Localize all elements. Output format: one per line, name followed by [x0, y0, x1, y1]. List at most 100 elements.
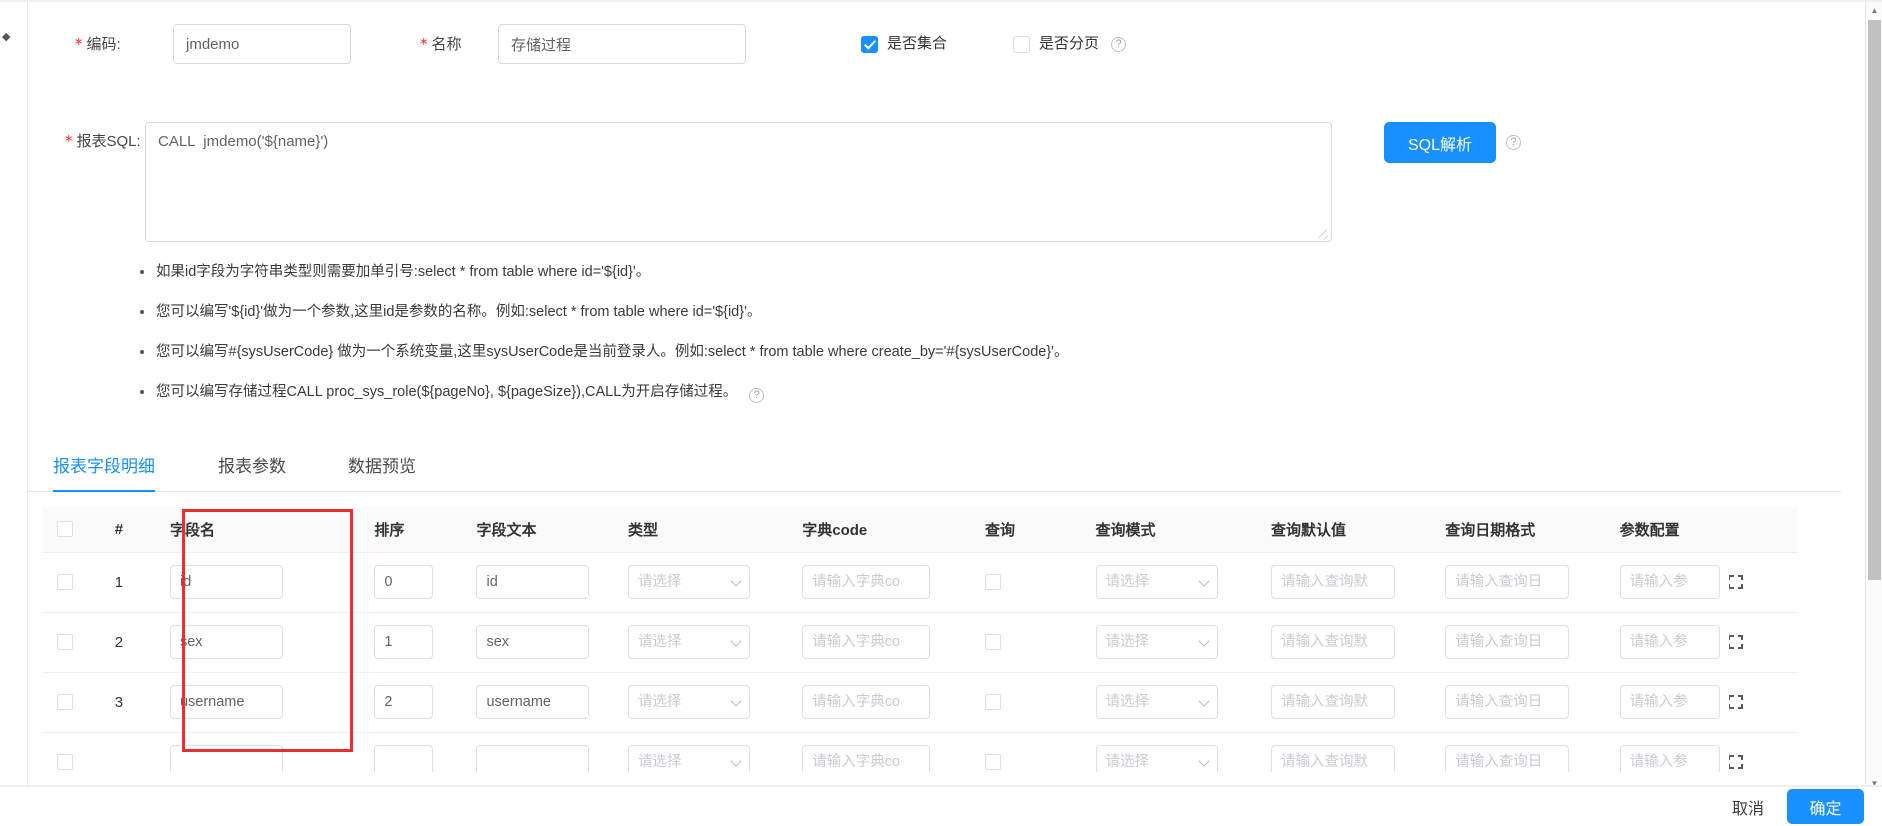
- type-select[interactable]: 请选择: [627, 565, 750, 599]
- query-date-format-input[interactable]: [1445, 745, 1570, 772]
- order-input[interactable]: [374, 565, 434, 599]
- query-checkbox[interactable]: [984, 634, 1001, 650]
- dict-code-input[interactable]: [802, 685, 931, 719]
- type-select[interactable]: 请选择: [627, 625, 750, 659]
- order-input[interactable]: [374, 685, 434, 719]
- row-field-name-cell: [155, 732, 361, 772]
- row-query-default-cell: [1257, 672, 1432, 733]
- header-type: 类型: [613, 507, 789, 553]
- tip-item: 如果id字段为字符串类型则需要加单引号:select * from table …: [140, 262, 1740, 282]
- row-query-cell: [970, 732, 1082, 772]
- query-date-format-input[interactable]: [1445, 685, 1570, 719]
- field-text-input[interactable]: [476, 625, 590, 659]
- query-mode-select[interactable]: 请选择: [1095, 685, 1218, 719]
- query-default-input[interactable]: [1271, 625, 1395, 659]
- query-default-input[interactable]: [1271, 685, 1395, 719]
- dict-code-input[interactable]: [802, 565, 931, 599]
- row-query-date-format-cell: [1431, 672, 1606, 733]
- query-mode-select[interactable]: 请选择: [1095, 565, 1218, 599]
- stored-procedure-help-icon[interactable]: ?: [749, 388, 765, 403]
- row-query-mode-cell: 请选择: [1081, 672, 1257, 733]
- field-name-input[interactable]: [169, 685, 283, 719]
- field-text-input[interactable]: [476, 685, 590, 719]
- query-mode-select[interactable]: 请选择: [1095, 625, 1218, 659]
- field-name-input[interactable]: [169, 625, 283, 659]
- row-checkbox[interactable]: [57, 694, 73, 710]
- query-default-input[interactable]: [1271, 745, 1395, 772]
- tip-item: 您可以编写'${id}'做为一个参数,这里id是参数的名称。例如:select …: [140, 302, 1740, 322]
- row-query-cell: [970, 672, 1082, 733]
- scroll-up-arrow-icon[interactable]: ▲: [1866, 2, 1882, 19]
- row-checkbox[interactable]: [57, 754, 73, 770]
- is-aggregate-checkbox-box[interactable]: [861, 35, 878, 53]
- code-label: * 编码:: [75, 24, 121, 65]
- query-mode-select-value: 请选择: [1105, 574, 1150, 590]
- dict-code-input[interactable]: [802, 745, 931, 772]
- tab-report-params[interactable]: 报表参数: [218, 443, 286, 491]
- code-input[interactable]: [173, 24, 351, 64]
- type-select[interactable]: 请选择: [627, 685, 750, 719]
- expand-icon[interactable]: [1728, 755, 1743, 769]
- is-paging-checkbox[interactable]: 是否分页 ?: [1013, 34, 1127, 54]
- header-query: 查询: [970, 507, 1082, 553]
- sql-textarea[interactable]: [145, 122, 1332, 242]
- row-index: 1: [100, 552, 156, 613]
- scrollbar-thumb[interactable]: [1868, 20, 1881, 580]
- query-mode-select[interactable]: 请选择: [1095, 745, 1218, 772]
- report-fields-table-wrapper: # 字段名 排序 字段文本 类型 字典code 查询 查询模式 查询默认值 查询…: [43, 507, 1798, 772]
- tab-report-fields[interactable]: 报表字段明细: [53, 443, 155, 492]
- confirm-button[interactable]: 确定: [1787, 789, 1864, 824]
- is-paging-checkbox-box[interactable]: [1013, 35, 1030, 53]
- sql-required-star: *: [65, 132, 73, 150]
- query-checkbox[interactable]: [984, 574, 1001, 590]
- cancel-button[interactable]: 取消: [1726, 792, 1770, 822]
- is-paging-help-icon[interactable]: ?: [1111, 36, 1127, 52]
- query-date-format-input[interactable]: [1445, 625, 1570, 659]
- query-checkbox[interactable]: [984, 754, 1001, 770]
- query-checkbox[interactable]: [984, 694, 1001, 710]
- query-default-input[interactable]: [1271, 565, 1395, 599]
- row-order-cell: [360, 552, 463, 613]
- dict-code-input[interactable]: [802, 625, 931, 659]
- sql-parse-button[interactable]: SQL解析: [1384, 122, 1496, 163]
- type-select[interactable]: 请选择: [627, 745, 750, 772]
- tab-data-preview[interactable]: 数据预览: [348, 443, 416, 491]
- vertical-scrollbar[interactable]: ▲ ▼: [1865, 2, 1882, 792]
- tips-list: 如果id字段为字符串类型则需要加单引号:select * from table …: [140, 262, 1740, 423]
- expand-icon[interactable]: [1728, 575, 1743, 589]
- param-config-input[interactable]: [1619, 565, 1720, 599]
- row-dict-code-cell: [788, 732, 971, 772]
- is-aggregate-label: 是否集合: [887, 35, 948, 52]
- order-input[interactable]: [374, 625, 434, 659]
- row-checkbox[interactable]: [57, 574, 73, 590]
- expand-icon[interactable]: [1728, 635, 1743, 649]
- param-config-input[interactable]: [1619, 745, 1720, 772]
- field-text-input[interactable]: [476, 565, 590, 599]
- name-input[interactable]: [498, 24, 746, 64]
- expand-icon[interactable]: [1728, 695, 1743, 709]
- row-field-name-cell: [155, 672, 361, 733]
- row-checkbox[interactable]: [57, 634, 73, 650]
- table-row: 1 请选择: [43, 552, 1798, 613]
- row-query-mode-cell: 请选择: [1081, 732, 1257, 772]
- chevron-down-icon: [1197, 695, 1210, 707]
- field-name-input[interactable]: [169, 745, 283, 772]
- sql-label: * 报表SQL:: [65, 130, 141, 151]
- name-required-star: *: [420, 35, 428, 53]
- query-date-format-input[interactable]: [1445, 565, 1570, 599]
- param-config-input[interactable]: [1619, 625, 1720, 659]
- sql-parse-help-icon[interactable]: ?: [1506, 135, 1521, 150]
- select-all-checkbox[interactable]: [57, 521, 73, 538]
- row-param-config-cell: [1605, 552, 1798, 613]
- order-input[interactable]: [374, 745, 434, 772]
- chevron-down-icon: [730, 575, 742, 587]
- query-mode-select-value: 请选择: [1105, 634, 1150, 650]
- header-order: 排序: [360, 507, 463, 553]
- field-text-input[interactable]: [476, 745, 590, 772]
- field-name-input[interactable]: [169, 565, 283, 599]
- is-aggregate-checkbox[interactable]: 是否集合: [861, 34, 947, 54]
- param-config-input[interactable]: [1619, 685, 1720, 719]
- header-query-date-format: 查询日期格式: [1431, 507, 1606, 553]
- tip-item-text: 您可以编写存储过程CALL proc_sys_role(${pageNo}, $…: [156, 384, 738, 400]
- report-fields-table: # 字段名 排序 字段文本 类型 字典code 查询 查询模式 查询默认值 查询…: [43, 507, 1798, 772]
